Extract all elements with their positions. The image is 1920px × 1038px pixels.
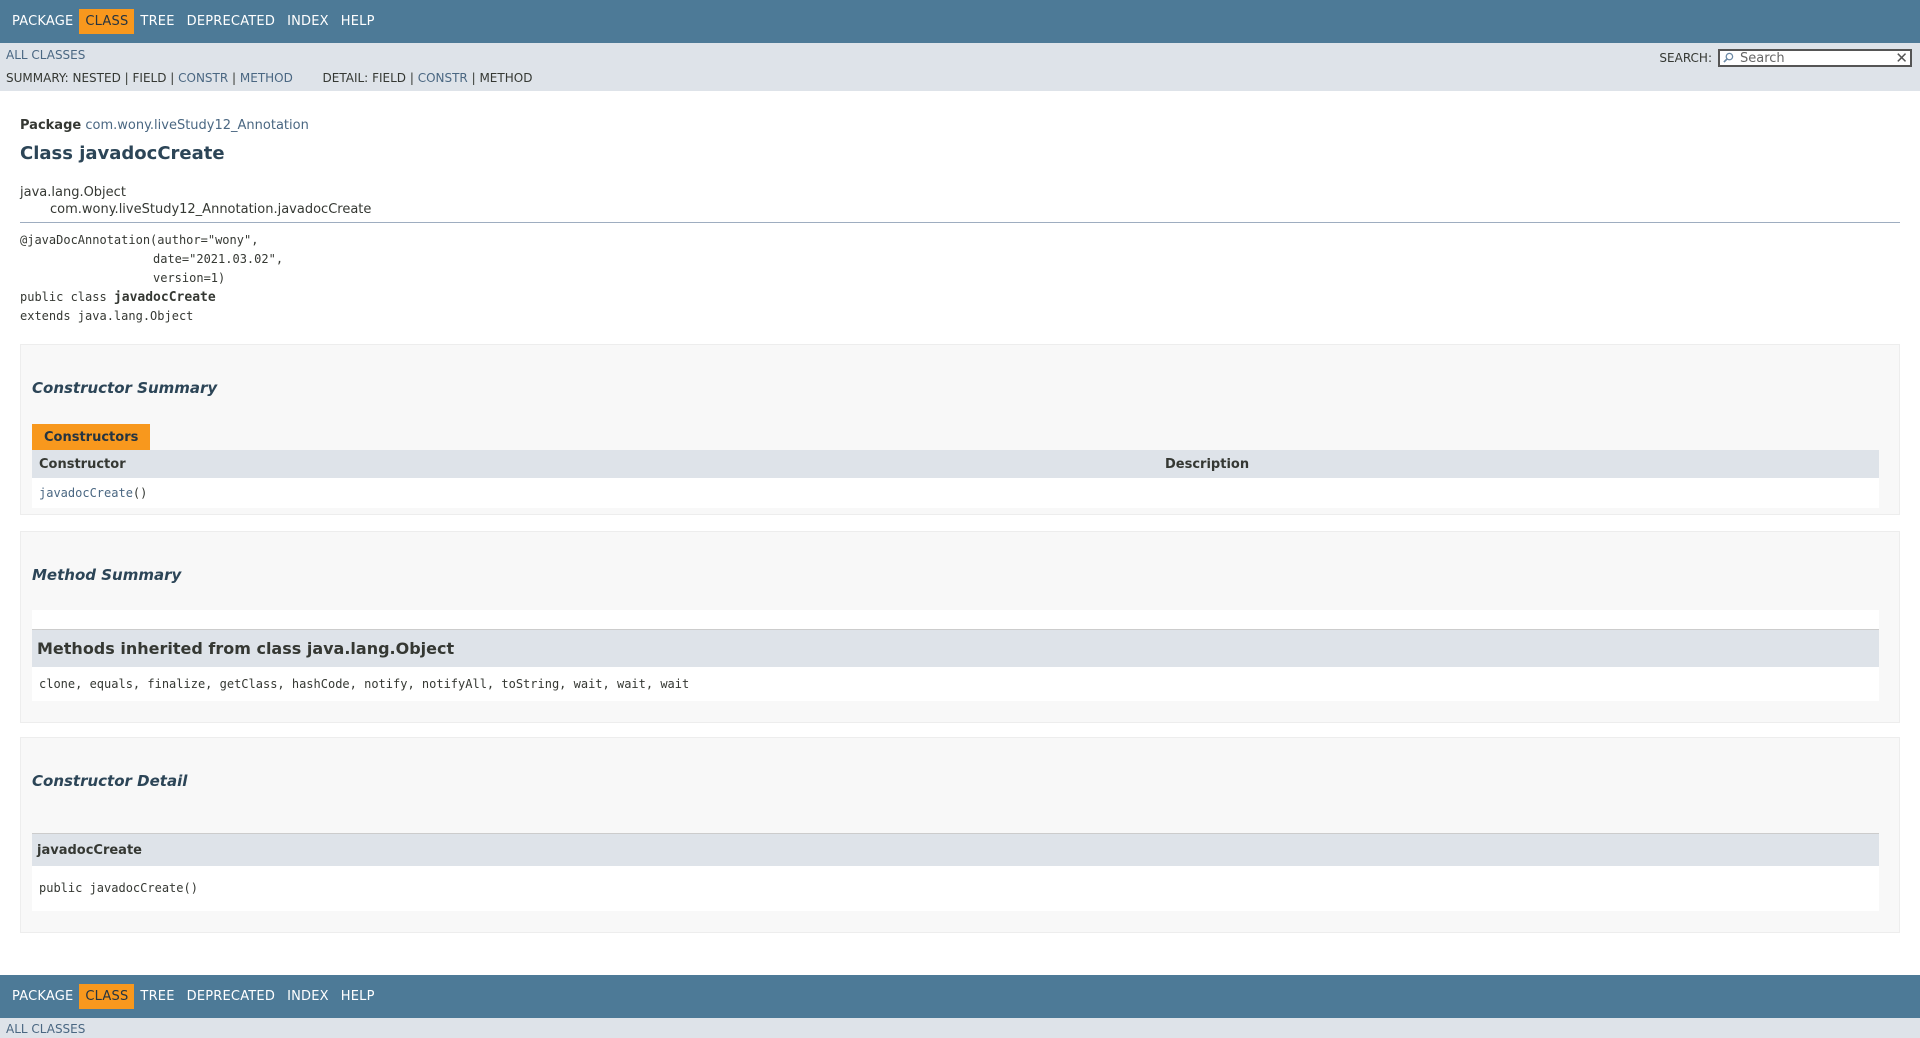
- summary-constr-link[interactable]: CONSTR: [178, 71, 228, 85]
- annotation-line-3: version=1): [153, 271, 226, 285]
- detail-method: METHOD: [479, 71, 533, 85]
- bottom-navbar-wrapper: PACKAGE CLASS TREE DEPRECATED INDEX HELP…: [0, 975, 1920, 1038]
- nav-deprecated[interactable]: DEPRECATED: [181, 9, 281, 34]
- separator: |: [228, 71, 240, 85]
- inherited-methods-block: Methods inherited from class java.lang.O…: [32, 610, 1879, 701]
- nav-help-bottom[interactable]: HELP: [335, 984, 381, 1009]
- summary-field: FIELD: [132, 71, 167, 85]
- search-placeholder: Search: [1740, 50, 1785, 66]
- constructor-detail-section: Constructor Detail javadocCreate public …: [20, 737, 1900, 933]
- summary-method-link[interactable]: METHOD: [240, 71, 293, 85]
- method-summary-section: Method Summary Methods inherited from cl…: [20, 531, 1900, 723]
- separator: |: [166, 71, 179, 85]
- nav-index[interactable]: INDEX: [281, 9, 335, 34]
- divider: [20, 222, 1900, 223]
- detail-field: FIELD: [372, 71, 407, 85]
- constructor-detail-signature: public javadocCreate(): [32, 866, 1879, 911]
- clear-search-icon[interactable]: ✕: [1895, 51, 1908, 66]
- constructor-params: (): [132, 486, 148, 500]
- tab-constructors: Constructors: [32, 424, 151, 450]
- constructor-summary-section: Constructor Summary Constructors Constru…: [20, 344, 1900, 515]
- constructor-cell: javadocCreate(): [39, 484, 147, 503]
- summary-label: SUMMARY:: [6, 71, 69, 85]
- method-summary-heading: Method Summary: [32, 566, 182, 584]
- constructor-detail-name: javadocCreate: [32, 833, 1879, 866]
- inherited-methods-list[interactable]: clone, equals, finalize, getClass, hashC…: [32, 667, 1879, 701]
- nav-deprecated-bottom[interactable]: DEPRECATED: [181, 984, 281, 1009]
- top-navbar: PACKAGE CLASS TREE DEPRECATED INDEX HELP: [0, 0, 1920, 43]
- annotation-line-2: date="2021.03.02",: [153, 252, 284, 266]
- search-area: SEARCH: Search ✕: [1659, 49, 1912, 67]
- package-link[interactable]: com.wony.liveStudy12_Annotation: [85, 118, 308, 133]
- class-signature: @javaDocAnnotation(author="wony", date="…: [20, 231, 1900, 326]
- package-line: Package com.wony.liveStudy12_Annotation: [20, 118, 1900, 133]
- table-row: javadocCreate(): [32, 478, 1879, 508]
- constructor-summary-table: Constructor Description javadocCreate(): [32, 450, 1879, 508]
- nav-index-bottom[interactable]: INDEX: [281, 984, 335, 1009]
- nav-class-bottom: CLASS: [79, 984, 135, 1009]
- main-content: Package com.wony.liveStudy12_Annotation …: [0, 118, 1920, 933]
- search-icon: [1723, 52, 1734, 63]
- nav-tree[interactable]: TREE: [134, 9, 180, 34]
- summary-detail-nav: SUMMARY: NESTED | FIELD | CONSTR | METHO…: [6, 71, 532, 85]
- inheritance-parent: java.lang.Object: [20, 185, 126, 200]
- separator: |: [120, 71, 133, 85]
- summary-nested: NESTED: [72, 71, 121, 85]
- all-classes-link[interactable]: ALL CLASSES: [6, 48, 85, 62]
- page-title: Class javadocCreate: [20, 143, 225, 164]
- table-header: Constructor Description: [32, 450, 1879, 478]
- nav-class: CLASS: [79, 9, 135, 34]
- nav-package[interactable]: PACKAGE: [6, 9, 79, 34]
- bottom-navbar: PACKAGE CLASS TREE DEPRECATED INDEX HELP: [0, 975, 1920, 1018]
- annotation-line-1: @javaDocAnnotation(author="wony",: [20, 233, 259, 247]
- all-classes-link-bottom[interactable]: ALL CLASSES: [6, 1022, 85, 1036]
- inheritance-tree: java.lang.Object com.wony.liveStudy12_An…: [20, 184, 1900, 218]
- detail-constr-link[interactable]: CONSTR: [418, 71, 468, 85]
- decl-prefix: public class: [20, 290, 114, 304]
- search-input[interactable]: Search ✕: [1718, 49, 1912, 67]
- inherited-methods-heading: Methods inherited from class java.lang.O…: [32, 629, 1879, 667]
- col-constructor: Constructor: [39, 457, 126, 472]
- sub-navbar: ALL CLASSES SUMMARY: NESTED | FIELD | CO…: [0, 43, 1920, 91]
- class-declaration: public class javadocCreate: [20, 288, 1900, 307]
- col-description: Description: [1165, 457, 1250, 472]
- class-name: javadocCreate: [113, 290, 216, 305]
- package-label: Package: [20, 118, 82, 133]
- separator: |: [467, 71, 480, 85]
- nav-help[interactable]: HELP: [335, 9, 381, 34]
- extends-line: extends java.lang.Object: [20, 309, 194, 323]
- nav-package-bottom[interactable]: PACKAGE: [6, 984, 79, 1009]
- constructor-link[interactable]: javadocCreate: [39, 486, 133, 500]
- search-label: SEARCH:: [1659, 51, 1712, 65]
- inheritance-child: com.wony.liveStudy12_Annotation.javadocC…: [50, 202, 372, 217]
- bottom-subnav: ALL CLASSES: [0, 1018, 1920, 1038]
- constructor-detail-heading: Constructor Detail: [32, 772, 188, 790]
- constructor-summary-heading: Constructor Summary: [32, 379, 218, 397]
- detail-label: DETAIL:: [322, 71, 369, 85]
- separator: |: [406, 71, 418, 85]
- nav-tree-bottom[interactable]: TREE: [134, 984, 180, 1009]
